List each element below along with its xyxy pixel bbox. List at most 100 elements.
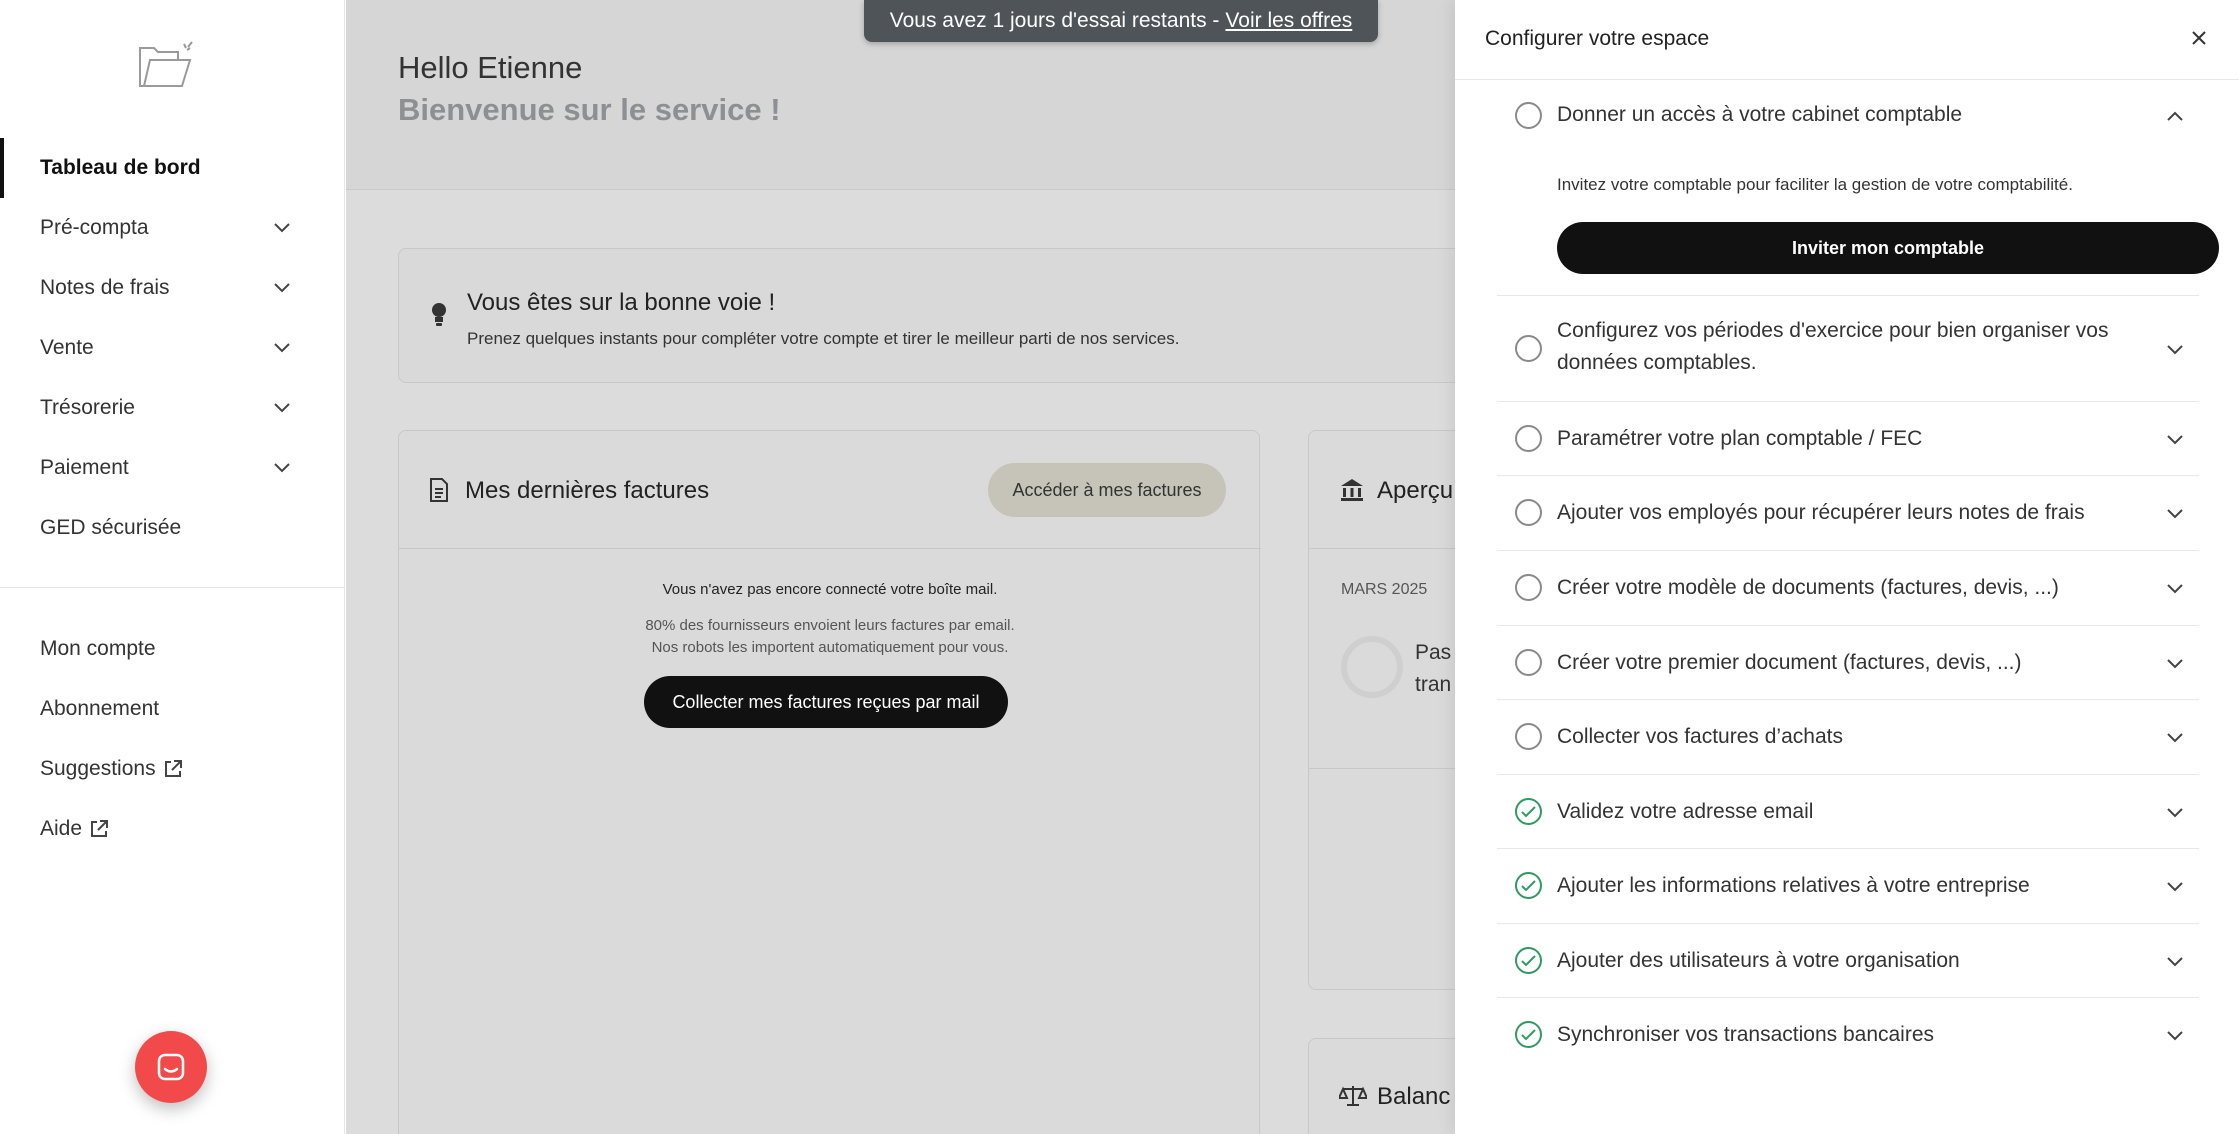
setup-task[interactable]: Synchroniser vos transactions bancaires [1497, 998, 2199, 1073]
nav-item-abonnement[interactable]: Abonnement [0, 679, 345, 739]
chevron-down-icon [274, 343, 290, 353]
nav-item-tableau-de-bord[interactable]: Tableau de bord [0, 138, 345, 198]
task-status-icon [1515, 102, 1542, 129]
trial-banner-text: Vous avez 1 jours d'essai restants - [889, 9, 1220, 32]
nav-item-label: Abonnement [40, 697, 160, 720]
nav-item-vente[interactable]: Vente [0, 318, 345, 378]
tip-card: Vous êtes sur la bonne voie ! Prenez que… [398, 248, 1456, 383]
nav-divider [0, 587, 345, 588]
overview-text: tran [1415, 673, 1452, 696]
setup-task[interactable]: Créer votre modèle de documents (facture… [1497, 551, 2199, 626]
tip-title: Vous êtes sur la bonne voie ! [467, 289, 776, 316]
setup-task[interactable]: Donner un accès à votre cabinet comptabl… [1497, 80, 2219, 296]
task-status-icon [1515, 335, 1542, 362]
nav-item-label: GED sécurisée [40, 516, 182, 539]
chevron-down-icon[interactable] [2165, 730, 2185, 744]
task-status-icon [1515, 649, 1542, 676]
nav-item-label: Tableau de bord [40, 156, 201, 179]
setup-task[interactable]: Créer votre premier document (factures, … [1497, 626, 2199, 700]
overview-ring [1341, 636, 1403, 698]
overview-card-header: Aperçu [1309, 431, 1456, 549]
main-nav: Tableau de bord Pré-compta Notes de frai… [0, 138, 345, 558]
check-circle-icon [1515, 1021, 1542, 1048]
chevron-down-icon[interactable] [2165, 879, 2185, 893]
task-label: Validez votre adresse email [1557, 800, 1814, 823]
overview-card-title: Aperçu [1377, 477, 1454, 504]
chevron-down-icon[interactable] [2165, 581, 2185, 595]
balance-card: Balanc [1308, 1038, 1456, 1134]
setup-panel-title: Configurer votre espace [1485, 27, 1710, 50]
folder-logo-icon[interactable] [136, 40, 198, 92]
invoices-card: Mes dernières factures Accéder à mes fac… [398, 430, 1261, 1134]
tip-subtitle: Prenez quelques instants pour compléter … [467, 329, 1180, 348]
task-label: données comptables. [1557, 351, 1757, 374]
chevron-down-icon[interactable] [2165, 954, 2185, 968]
overview-card: Aperçu MARS 2025 Pas tran [1308, 430, 1456, 990]
setup-task[interactable]: Validez votre adresse email [1497, 775, 2199, 849]
trial-banner: Vous avez 1 jours d'essai restants - Voi… [864, 0, 1378, 42]
task-label: Synchroniser vos transactions bancaires [1557, 1023, 1935, 1046]
chevron-down-icon [274, 463, 290, 473]
chevron-down-icon[interactable] [2165, 656, 2185, 670]
chat-button[interactable] [135, 1031, 207, 1103]
view-invoices-button[interactable]: Accéder à mes factures [988, 463, 1226, 517]
close-icon[interactable] [2189, 28, 2209, 48]
nav-item-label: Suggestions [40, 757, 156, 780]
secondary-nav: Mon compte Abonnement Suggestions Aide [0, 619, 345, 859]
setup-task[interactable]: Paramétrer votre plan comptable / FEC [1497, 402, 2199, 476]
nav-item-label: Pré-compta [40, 216, 149, 239]
external-link-icon [164, 760, 182, 777]
invoices-empty-title: Vous n'avez pas encore connecté votre bo… [662, 581, 998, 598]
overview-text: Pas [1415, 641, 1452, 664]
page-title: Hello Etienne [398, 50, 583, 85]
setup-task[interactable]: Configurez vos périodes d'exercice pour … [1497, 296, 2199, 402]
invoices-empty-line: 80% des fournisseurs envoient leurs fact… [645, 617, 1015, 634]
balance-card-title: Balanc [1377, 1083, 1451, 1110]
main-content: Hello Etienne Bienvenue sur le service !… [346, 0, 1456, 1134]
chevron-down-icon[interactable] [2165, 342, 2185, 356]
task-description: Invitez votre comptable pour faciliter l… [1557, 175, 2073, 194]
task-label: Ajouter des utilisateurs à votre organis… [1557, 949, 1960, 972]
nav-item-label: Notes de frais [40, 276, 170, 299]
invoices-empty-line: Nos robots les importent automatiquement… [651, 639, 1009, 656]
bank-icon [1341, 479, 1363, 501]
setup-task[interactable]: Collecter vos factures d’achats [1497, 700, 2199, 775]
nav-item-tresorerie[interactable]: Trésorerie [0, 378, 345, 438]
divider [1309, 768, 1456, 769]
task-label: Collecter vos factures d’achats [1557, 725, 1843, 748]
nav-item-pre-compta[interactable]: Pré-compta [0, 198, 345, 258]
nav-item-ged-securisee[interactable]: GED sécurisée [0, 498, 345, 558]
check-circle-icon [1515, 798, 1542, 825]
setup-task-list: Donner un accès à votre cabinet comptabl… [1497, 80, 2219, 1073]
nav-item-mon-compte[interactable]: Mon compte [0, 619, 345, 679]
chevron-down-icon [274, 283, 290, 293]
collect-invoices-button[interactable]: Collecter mes factures reçues par mail [644, 676, 1008, 728]
task-status-icon [1515, 425, 1542, 452]
chevron-down-icon[interactable] [2165, 1028, 2185, 1042]
chevron-down-icon [274, 223, 290, 233]
document-icon [430, 478, 448, 502]
task-label: Donner un accès à votre cabinet comptabl… [1557, 103, 1963, 126]
nav-item-aide[interactable]: Aide [0, 799, 345, 859]
nav-item-notes-de-frais[interactable]: Notes de frais [0, 258, 345, 318]
view-offers-link[interactable]: Voir les offres [1225, 9, 1352, 33]
nav-item-label: Mon compte [40, 637, 156, 660]
nav-item-label: Trésorerie [40, 396, 135, 419]
task-label: Ajouter les informations relatives à vot… [1557, 874, 2030, 897]
setup-panel: Configurer votre espace Donner un accès … [1455, 0, 2239, 1134]
chevron-down-icon[interactable] [2165, 506, 2185, 520]
lightbulb-icon [432, 303, 446, 326]
chevron-down-icon[interactable] [2165, 805, 2185, 819]
chevron-up-icon[interactable] [2165, 109, 2185, 123]
setup-task[interactable]: Ajouter les informations relatives à vot… [1497, 849, 2199, 924]
invite-accountant-button[interactable]: Inviter mon comptable [1557, 222, 2219, 274]
task-status-icon [1515, 499, 1542, 526]
chevron-down-icon[interactable] [2165, 432, 2185, 446]
task-label: Créer votre premier document (factures, … [1557, 651, 2022, 674]
setup-task[interactable]: Ajouter vos employés pour récupérer leur… [1497, 476, 2199, 551]
nav-item-paiement[interactable]: Paiement [0, 438, 345, 498]
setup-task[interactable]: Ajouter des utilisateurs à votre organis… [1497, 924, 2199, 998]
setup-panel-header: Configurer votre espace [1455, 0, 2239, 80]
nav-item-suggestions[interactable]: Suggestions [0, 739, 345, 799]
nav-item-label: Aide [40, 817, 83, 840]
